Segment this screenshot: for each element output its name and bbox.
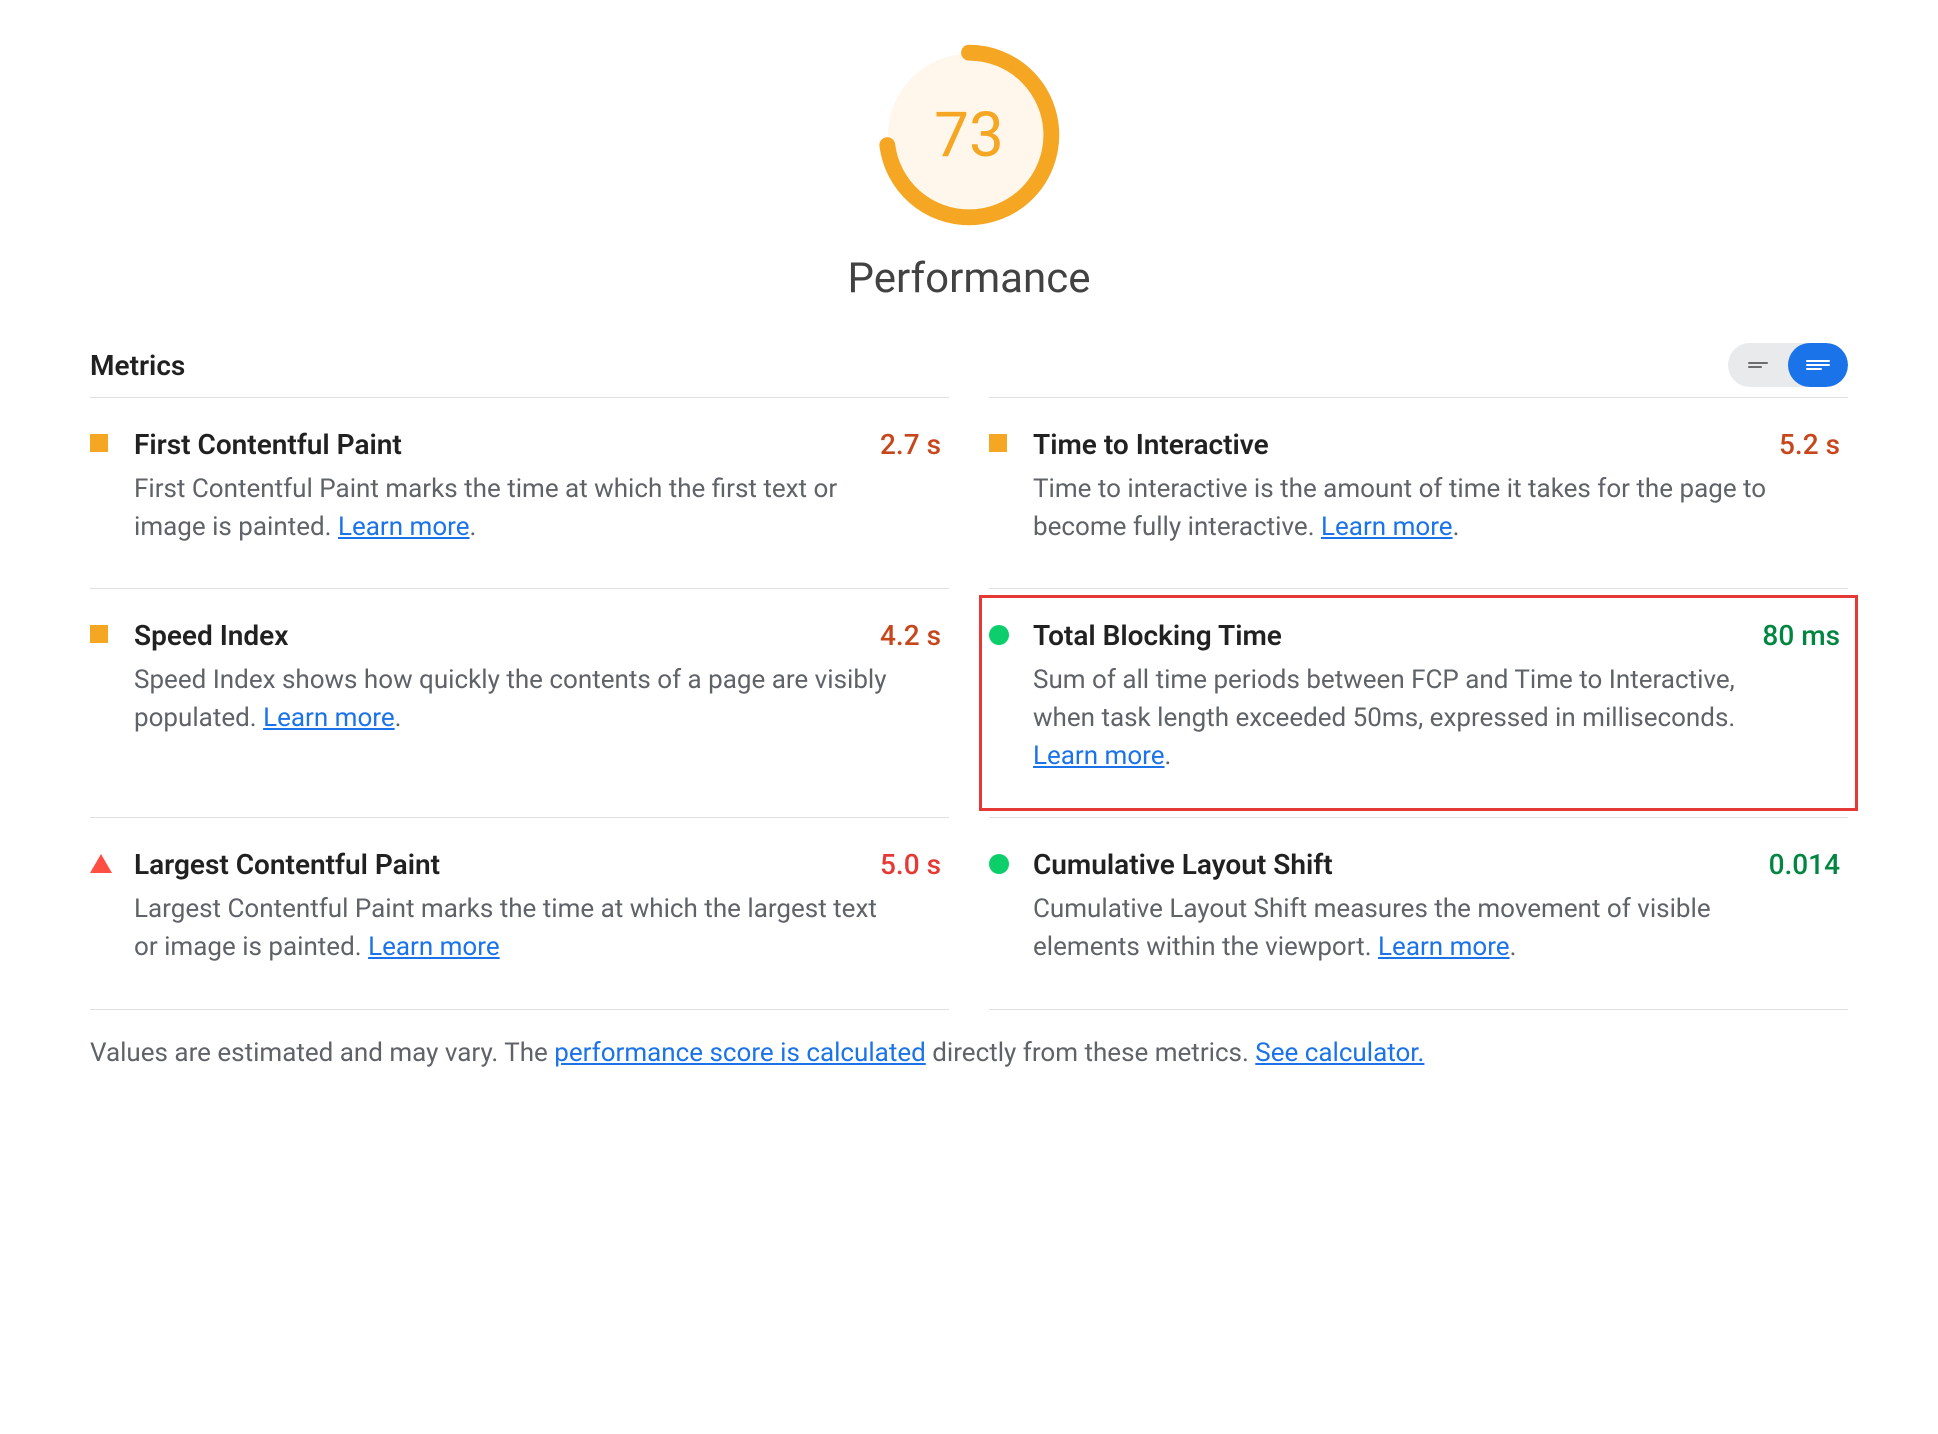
metric-fcp: First Contentful Paint 2.7 s First Conte… bbox=[90, 397, 949, 588]
metric-si: Speed Index 4.2 s Speed Index shows how … bbox=[90, 588, 949, 817]
see-calculator-link[interactable]: See calculator. bbox=[1255, 1038, 1424, 1068]
metric-value: 2.7 s bbox=[880, 428, 941, 461]
metrics-header-row: Metrics bbox=[90, 343, 1848, 387]
performance-score-calculated-link[interactable]: performance score is calculated bbox=[554, 1038, 926, 1068]
metric-description: Speed Index shows how quickly the conten… bbox=[134, 662, 901, 737]
metrics-grid: First Contentful Paint 2.7 s First Conte… bbox=[90, 397, 1848, 1009]
metric-value: 80 ms bbox=[1762, 619, 1840, 652]
status-average-icon bbox=[90, 619, 116, 775]
metric-cls: Cumulative Layout Shift 0.014 Cumulative… bbox=[989, 817, 1848, 1008]
metric-value: 5.2 s bbox=[1779, 428, 1840, 461]
learn-more-link[interactable]: Learn more bbox=[1378, 932, 1510, 962]
metric-tti: Time to Interactive 5.2 s Time to intera… bbox=[989, 397, 1848, 588]
learn-more-link[interactable]: Learn more bbox=[263, 703, 395, 733]
learn-more-link[interactable]: Learn more bbox=[338, 512, 470, 542]
metric-description: First Contentful Paint marks the time at… bbox=[134, 471, 901, 546]
metric-title: Speed Index bbox=[134, 619, 288, 652]
metric-description: Time to interactive is the amount of tim… bbox=[1033, 471, 1800, 546]
metric-description: Largest Contentful Paint marks the time … bbox=[134, 891, 901, 966]
performance-score-label: Performance bbox=[848, 254, 1091, 303]
status-average-icon bbox=[989, 428, 1015, 546]
status-good-icon bbox=[989, 848, 1015, 966]
metric-description: Sum of all time periods between FCP and … bbox=[1033, 662, 1800, 775]
toggle-compact-view-button[interactable] bbox=[1728, 343, 1788, 387]
metrics-section-title: Metrics bbox=[90, 349, 185, 382]
metric-title: Largest Contentful Paint bbox=[134, 848, 440, 881]
learn-more-link[interactable]: Learn more bbox=[1321, 512, 1453, 542]
metric-lcp: Largest Contentful Paint 5.0 s Largest C… bbox=[90, 817, 949, 1008]
performance-score-value: 73 bbox=[874, 40, 1064, 230]
list-expanded-icon bbox=[1806, 358, 1830, 372]
metric-title: Time to Interactive bbox=[1033, 428, 1269, 461]
status-average-icon bbox=[90, 428, 116, 546]
toggle-expanded-view-button[interactable] bbox=[1788, 343, 1848, 387]
metrics-view-toggle bbox=[1728, 343, 1848, 387]
metric-value: 0.014 bbox=[1769, 848, 1840, 881]
metric-title: First Contentful Paint bbox=[134, 428, 402, 461]
metric-title: Total Blocking Time bbox=[1033, 619, 1282, 652]
score-header: 73 Performance bbox=[90, 40, 1848, 303]
metric-value: 4.2 s bbox=[880, 619, 941, 652]
metric-tbt: Total Blocking Time 80 ms Sum of all tim… bbox=[989, 588, 1848, 817]
performance-gauge: 73 bbox=[874, 40, 1064, 230]
learn-more-link[interactable]: Learn more bbox=[368, 932, 500, 962]
status-good-icon bbox=[989, 619, 1015, 775]
metric-value: 5.0 s bbox=[880, 848, 941, 881]
metric-title: Cumulative Layout Shift bbox=[1033, 848, 1333, 881]
lighthouse-performance-panel: 73 Performance Metrics bbox=[0, 0, 1938, 1118]
metrics-footer-note: Values are estimated and may vary. The p… bbox=[90, 1010, 1848, 1068]
metric-description: Cumulative Layout Shift measures the mov… bbox=[1033, 891, 1800, 966]
status-poor-icon bbox=[90, 848, 116, 966]
list-compact-icon bbox=[1748, 360, 1768, 370]
learn-more-link[interactable]: Learn more bbox=[1033, 741, 1165, 771]
